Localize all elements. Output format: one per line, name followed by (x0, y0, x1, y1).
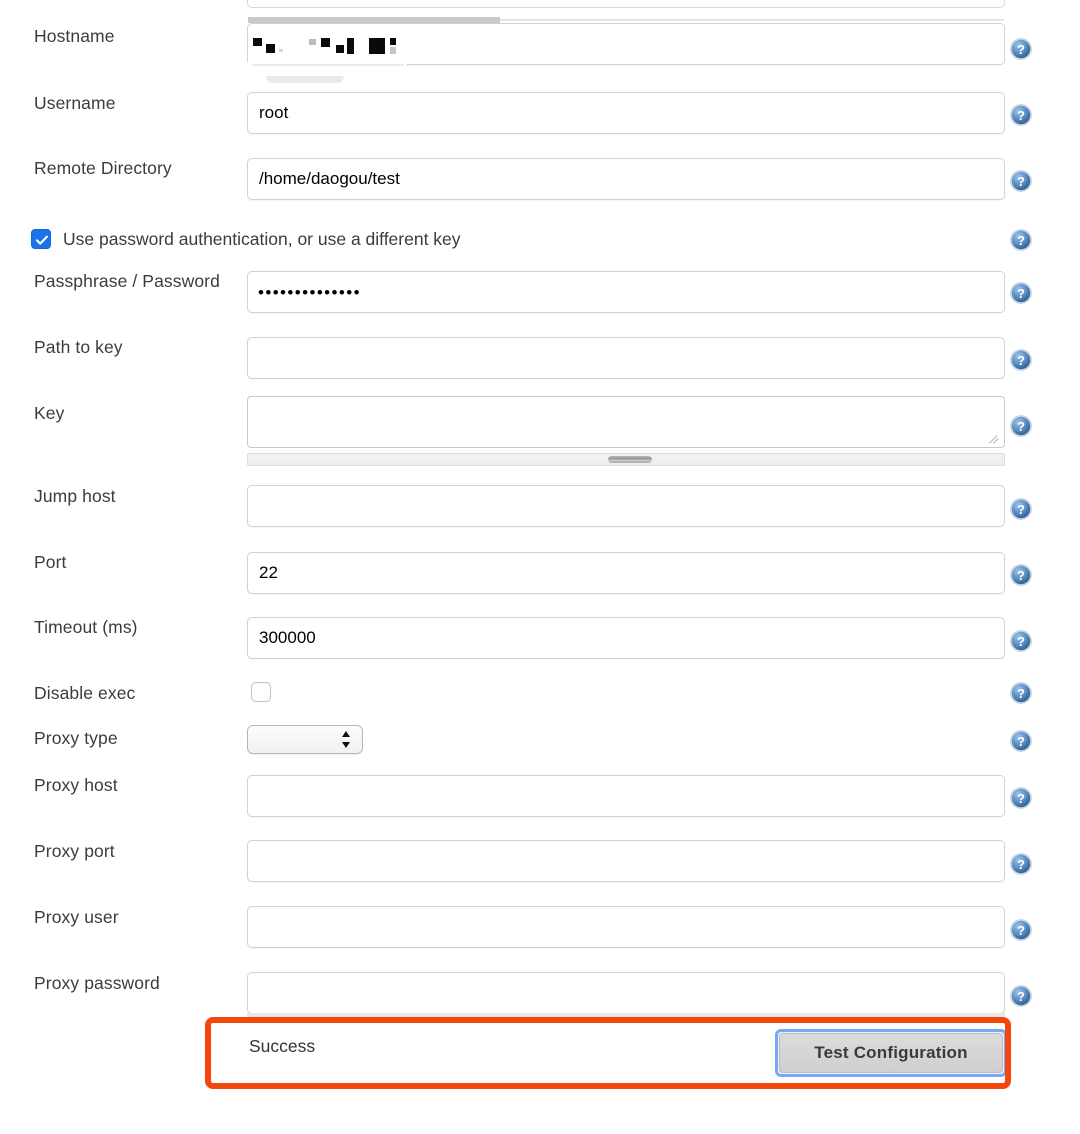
label-username: Username (34, 93, 116, 114)
label-proxy-port: Proxy port (34, 841, 115, 862)
help-icon-key[interactable]: ? (1009, 414, 1033, 438)
use-password-auth-label: Use password authentication, or use a di… (63, 229, 461, 250)
checkmark-icon (34, 232, 50, 248)
help-icon-jump-host[interactable]: ? (1009, 497, 1033, 521)
svg-text:?: ? (1017, 233, 1025, 248)
help-icon-hostname[interactable]: ? (1009, 37, 1033, 61)
help-icon-password-auth[interactable]: ? (1009, 228, 1033, 252)
help-icon-passphrase[interactable]: ? (1009, 281, 1033, 305)
svg-text:?: ? (1017, 174, 1025, 189)
timeout-input[interactable] (247, 617, 1005, 659)
remote-directory-input[interactable] (247, 158, 1005, 200)
label-disable-exec: Disable exec (34, 683, 135, 704)
label-remote-directory: Remote Directory (34, 158, 172, 179)
help-icon-username[interactable]: ? (1009, 103, 1033, 127)
help-icon-disable-exec[interactable]: ? (1009, 681, 1033, 705)
hostname-redaction (253, 37, 403, 55)
label-proxy-type: Proxy type (34, 728, 118, 749)
username-input[interactable] (247, 92, 1005, 134)
help-icon-proxy-password[interactable]: ? (1009, 984, 1033, 1008)
use-password-auth-checkbox[interactable] (31, 229, 51, 249)
svg-text:?: ? (1017, 686, 1025, 701)
proxy-type-select[interactable] (247, 725, 363, 754)
proxy-user-input[interactable] (247, 906, 1005, 948)
label-path-to-key: Path to key (34, 337, 123, 358)
label-port: Port (34, 552, 67, 573)
cutoff-mask (347, 0, 597, 4)
passphrase-masked-value: •••••••••••••• (258, 283, 361, 303)
proxy-port-input[interactable] (247, 840, 1005, 882)
label-jump-host: Jump host (34, 486, 116, 507)
port-input[interactable] (247, 552, 1005, 594)
disable-exec-checkbox[interactable] (251, 682, 271, 702)
ssh-connection-settings-form: Hostname ? Username ? Remote Directory (0, 0, 1080, 1134)
label-timeout: Timeout (ms) (34, 617, 138, 638)
help-icon-path-to-key[interactable]: ? (1009, 348, 1033, 372)
help-icon-proxy-type[interactable]: ? (1009, 729, 1033, 753)
label-proxy-password: Proxy password (34, 973, 160, 994)
help-icon-proxy-host[interactable]: ? (1009, 786, 1033, 810)
help-icon-timeout[interactable]: ? (1009, 629, 1033, 653)
svg-text:?: ? (1017, 419, 1025, 434)
help-icon-remote-directory[interactable]: ? (1009, 169, 1033, 193)
label-hostname: Hostname (34, 26, 115, 47)
horizontal-scrollbar[interactable] (247, 453, 1005, 466)
stepper-arrows-icon (342, 730, 351, 751)
scrollbar-thumb[interactable] (608, 456, 652, 463)
proxy-password-field-bottom-edge (247, 1013, 1005, 1019)
label-proxy-user: Proxy user (34, 907, 119, 928)
svg-text:?: ? (1017, 923, 1025, 938)
jump-host-input[interactable] (247, 485, 1005, 527)
hostname-overlay-bar-track (500, 19, 1004, 21)
test-configuration-button[interactable]: Test Configuration (779, 1033, 1003, 1073)
hostname-artifact-b (252, 64, 404, 66)
svg-text:?: ? (1017, 353, 1025, 368)
proxy-host-input[interactable] (247, 775, 1005, 817)
svg-text:?: ? (1017, 42, 1025, 57)
label-key: Key (34, 403, 64, 424)
key-textarea[interactable] (247, 396, 1005, 448)
svg-text:?: ? (1017, 286, 1025, 301)
help-icon-proxy-port[interactable]: ? (1009, 852, 1033, 876)
svg-text:?: ? (1017, 568, 1025, 583)
svg-text:?: ? (1017, 108, 1025, 123)
svg-text:?: ? (1017, 791, 1025, 806)
label-proxy-host: Proxy host (34, 775, 118, 796)
path-to-key-input[interactable] (247, 337, 1005, 379)
hostname-artifact-c (266, 76, 344, 83)
label-passphrase: Passphrase / Password (34, 271, 220, 292)
help-icon-proxy-user[interactable]: ? (1009, 918, 1033, 942)
svg-text:?: ? (1017, 734, 1025, 749)
proxy-password-input[interactable] (247, 972, 1005, 1014)
svg-text:?: ? (1017, 857, 1025, 872)
test-status-text: Success (249, 1036, 315, 1057)
svg-text:?: ? (1017, 634, 1025, 649)
help-icon-port[interactable]: ? (1009, 563, 1033, 587)
svg-text:?: ? (1017, 989, 1025, 1004)
svg-text:?: ? (1017, 502, 1025, 517)
